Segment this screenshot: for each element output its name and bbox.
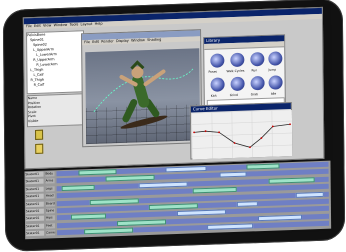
menu-item[interactable]: File [26, 24, 32, 28]
track-type: Feet [46, 223, 55, 228]
animation-clip[interactable] [296, 191, 323, 197]
curve-editor-window: Curve Editor [190, 102, 293, 160]
animation-clip[interactable] [258, 214, 302, 221]
viewport-menu-item[interactable]: File [84, 40, 90, 44]
track-name: Skater01 [26, 216, 44, 222]
library-item-label: Walk Cycles [226, 69, 244, 74]
track-type: Legs [46, 186, 55, 191]
animation-clip[interactable] [220, 172, 247, 178]
track-type: Body [45, 171, 54, 176]
curve-graph[interactable] [192, 110, 292, 159]
tree-item[interactable]: R_Calf [28, 81, 84, 88]
track-name: Skater01 [26, 201, 44, 207]
animation-clip[interactable] [247, 163, 280, 169]
animation-clip[interactable] [207, 224, 253, 231]
track-type: Hips [46, 216, 55, 221]
track-name: Skater01 [25, 172, 43, 178]
animation-clip[interactable] [165, 166, 206, 172]
menu-item[interactable]: Layout [80, 22, 92, 26]
track-name: Skater01 [26, 223, 44, 229]
menu-item[interactable]: Window [54, 23, 68, 27]
track-name: Skater01 [26, 186, 44, 192]
animation-clip[interactable] [71, 214, 106, 220]
library-item-label: Idle [271, 92, 277, 96]
skater-figure[interactable] [85, 48, 200, 144]
viewport-menu-item[interactable]: Render [101, 39, 114, 43]
viewport-menu-item[interactable]: Edit [92, 40, 99, 44]
viewport-menu-item[interactable]: Window [131, 38, 145, 42]
notepad-icon[interactable] [35, 130, 43, 140]
menu-item[interactable]: Edit [34, 24, 41, 28]
viewport-window: File Edit Render Display Window Shading [81, 29, 202, 147]
library-item-label: Grind [230, 93, 238, 97]
library-item-label: Jump [268, 68, 276, 72]
viewport-menu-item[interactable]: Shading [147, 38, 161, 42]
walk-icon[interactable] [230, 53, 244, 67]
menu-item[interactable]: View [43, 23, 51, 27]
track-type: Head [46, 193, 55, 198]
properties-panel: Name Position Rotation Scale Pivot Visib… [27, 93, 85, 127]
animation-clip[interactable] [78, 169, 116, 175]
track-name: Skater01 [26, 179, 44, 185]
library-item-label: Kick [211, 94, 217, 98]
menu-item[interactable]: Help [95, 22, 103, 26]
library-item-label: Run [251, 68, 257, 72]
grab-icon[interactable] [251, 76, 265, 90]
animation-clip[interactable] [84, 228, 133, 235]
viewport-menu-item[interactable]: Display [116, 39, 129, 43]
track-type: Spine [46, 208, 55, 213]
library-item-label: Grab [251, 92, 258, 96]
grind-icon[interactable] [231, 77, 245, 91]
track-name: Skater01 [26, 209, 44, 215]
kick-icon[interactable] [211, 77, 225, 91]
run-icon[interactable] [250, 52, 264, 66]
idle-icon[interactable] [269, 75, 283, 89]
3d-viewport[interactable] [85, 48, 200, 144]
animation-clip[interactable] [236, 201, 258, 207]
pose-icon[interactable] [210, 53, 224, 67]
animation-clip[interactable] [62, 185, 95, 191]
folder-icon[interactable] [35, 144, 43, 154]
jump-icon[interactable] [268, 51, 282, 65]
property-row: Visible [28, 117, 84, 123]
scene-tree[interactable]: PelvisBone Spine01 Spine02 L_UpperArm L_… [26, 30, 85, 94]
track-name: Skater01 [26, 231, 44, 237]
library-item-label: Poses [208, 70, 217, 74]
menu-item[interactable]: Tools [70, 22, 79, 26]
track-type: Camera [46, 230, 55, 235]
track-name: Skater01 [26, 194, 44, 200]
animation-clip[interactable] [193, 187, 237, 194]
track-type: Board [46, 201, 55, 206]
application-screen: File Edit View Window Tools Layout Help … [21, 5, 333, 242]
track-editor: Skater01BodySkater01ArmsSkater01LegsSkat… [24, 161, 331, 240]
track-type: Arms [46, 179, 55, 184]
